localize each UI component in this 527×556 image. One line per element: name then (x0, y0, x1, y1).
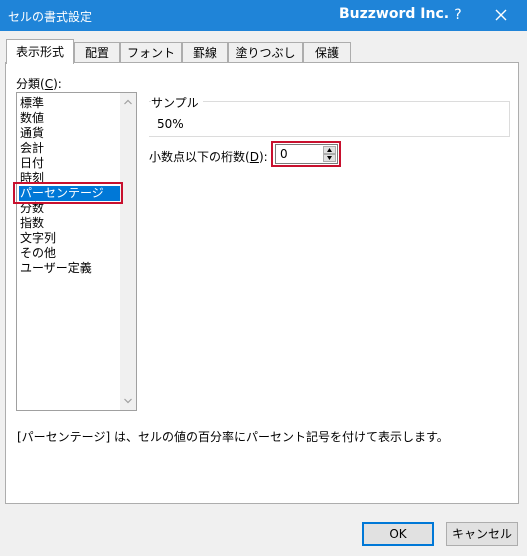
format-description: [パーセンテージ] は、セルの値の百分率にパーセント記号を付けて表示します。 (17, 430, 449, 444)
chevron-up-icon[interactable] (124, 99, 132, 105)
list-item[interactable]: 数値 (19, 111, 123, 126)
brand-name: Buzzword Inc. (339, 6, 450, 22)
list-item[interactable]: ユーザー定義 (19, 261, 123, 276)
list-item[interactable]: 通貨 (19, 126, 123, 141)
list-item[interactable]: 日付 (19, 156, 123, 171)
sample-group-border (149, 101, 509, 138)
tab-alignment[interactable]: 配置 (74, 42, 120, 62)
decimal-places-label: 小数点以下の桁数(D): (149, 150, 268, 164)
tab-fill[interactable]: 塗りつぶし (228, 42, 303, 62)
help-button[interactable]: ? (443, 3, 473, 27)
highlight-category-box (13, 182, 123, 204)
tab-protection[interactable]: 保護 (303, 42, 351, 62)
list-item[interactable]: 標準 (19, 96, 123, 111)
tab-number-format[interactable]: 表示形式 (6, 39, 74, 64)
category-listbox[interactable]: 標準 数値 通貨 会計 日付 時刻 パーセンテージ 分数 指数 文字列 その他 … (16, 92, 137, 411)
close-button[interactable] (485, 3, 517, 27)
category-scrollbar[interactable] (120, 93, 136, 410)
highlight-stepper-box (271, 141, 341, 167)
window-title: セルの書式設定 (8, 10, 93, 24)
sample-group-right-border (509, 101, 510, 137)
sample-value: 50% (157, 117, 184, 131)
list-item[interactable]: 文字列 (19, 231, 123, 246)
list-item[interactable]: 会計 (19, 141, 123, 156)
category-label: 分類(C): (16, 77, 62, 91)
ok-button[interactable]: OK (362, 522, 434, 546)
list-item[interactable]: その他 (19, 246, 123, 261)
chevron-down-icon[interactable] (124, 398, 132, 404)
list-item[interactable]: 指数 (19, 216, 123, 231)
sample-label: サンプル (151, 94, 203, 111)
title-bar[interactable]: セルの書式設定 Buzzword Inc. ? (0, 0, 527, 31)
cancel-button[interactable]: キャンセル (446, 522, 518, 546)
tab-font[interactable]: フォント (120, 42, 182, 62)
tab-border[interactable]: 罫線 (182, 42, 228, 62)
close-icon (495, 9, 507, 21)
sample-group-bottom-border (149, 136, 509, 137)
